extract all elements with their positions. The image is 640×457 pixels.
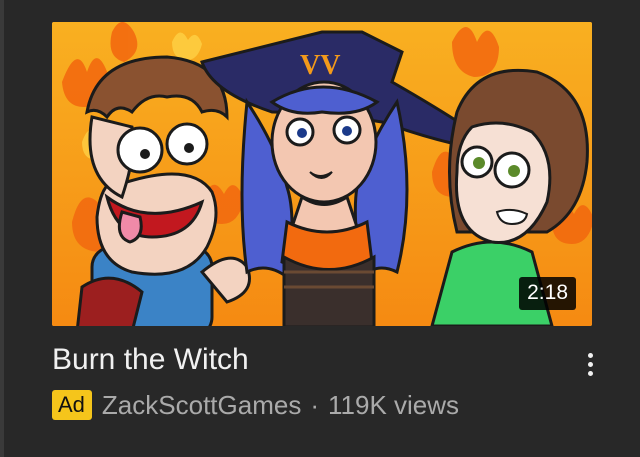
meta-separator: · <box>310 389 319 420</box>
channel-name[interactable]: ZackScottGames <box>102 390 301 421</box>
menu-dot <box>587 361 593 367</box>
ad-badge: Ad <box>52 390 92 420</box>
video-thumbnail[interactable]: VV 2:18 <box>52 22 592 326</box>
video-meta: Ad ZackScottGames · 119K views <box>52 388 459 422</box>
thumbnail-illustration: VV <box>52 22 592 326</box>
duration-badge: 2:18 <box>519 277 576 310</box>
view-count: 119K views <box>328 389 460 420</box>
video-title[interactable]: Burn the Witch <box>52 342 532 378</box>
more-vert-icon[interactable] <box>578 344 602 384</box>
menu-dot <box>587 370 593 376</box>
menu-dot <box>587 352 593 358</box>
svg-text:VV: VV <box>300 50 340 81</box>
page-edge <box>0 0 4 457</box>
video-card[interactable]: VV 2:18 Burn the Witch Ad ZackScottGames… <box>52 22 593 442</box>
